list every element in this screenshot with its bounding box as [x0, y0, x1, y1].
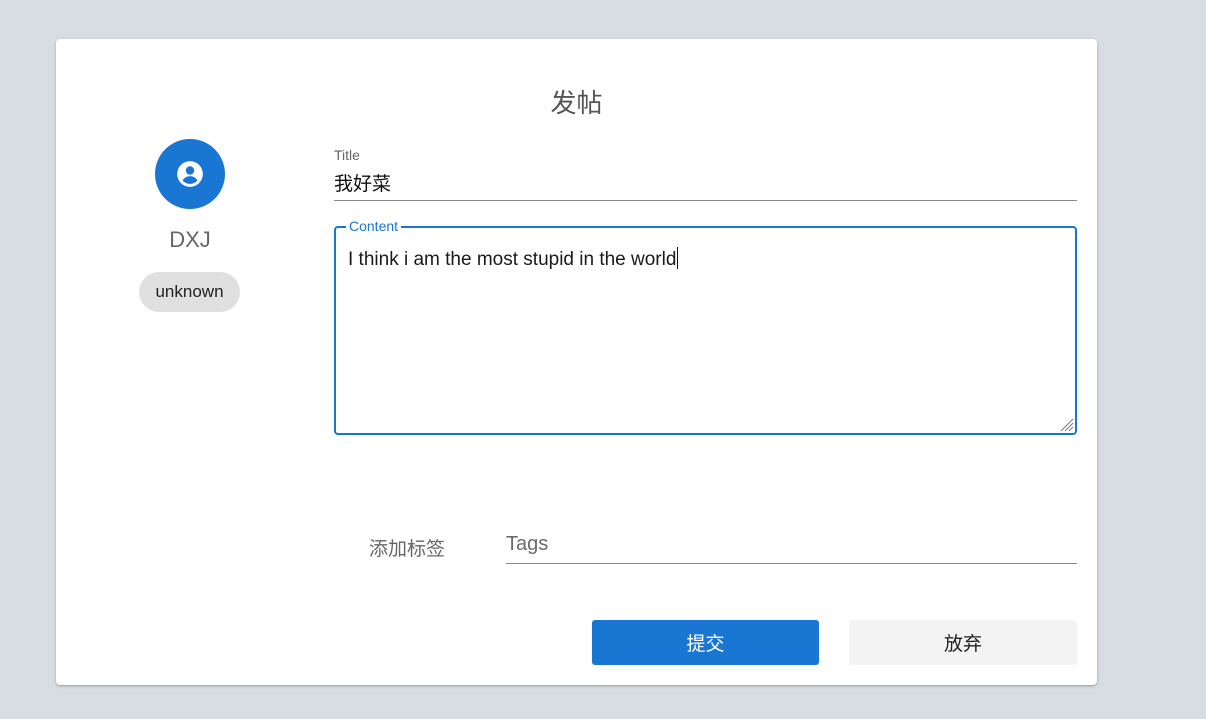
account-circle-icon: [177, 161, 203, 187]
tags-label: 添加标签: [369, 538, 446, 560]
content-text: I think i am the most stupid in the worl…: [348, 249, 677, 270]
resize-handle-icon[interactable]: [1058, 416, 1074, 432]
tags-input[interactable]: [506, 529, 1077, 559]
discard-button[interactable]: 放弃: [849, 620, 1077, 665]
username: DXJ: [169, 227, 211, 252]
tags-field[interactable]: [506, 529, 1077, 564]
content-textarea[interactable]: I think i am the most stupid in the worl…: [348, 247, 679, 271]
avatar: [155, 139, 225, 209]
text-caret: [677, 247, 679, 269]
title-input[interactable]: 我好菜: [334, 169, 391, 196]
role-chip[interactable]: unknown: [139, 272, 240, 312]
content-label: Content: [346, 218, 402, 234]
title-field[interactable]: Title 我好菜: [334, 145, 1077, 201]
post-form-card: 发帖 DXJ unknown Title 我好菜 Content I think…: [56, 39, 1097, 685]
title-label: Title: [334, 147, 360, 163]
page-title: 发帖: [550, 89, 603, 119]
content-field[interactable]: Content I think i am the most stupid in …: [334, 218, 1077, 435]
submit-button[interactable]: 提交: [592, 620, 819, 665]
